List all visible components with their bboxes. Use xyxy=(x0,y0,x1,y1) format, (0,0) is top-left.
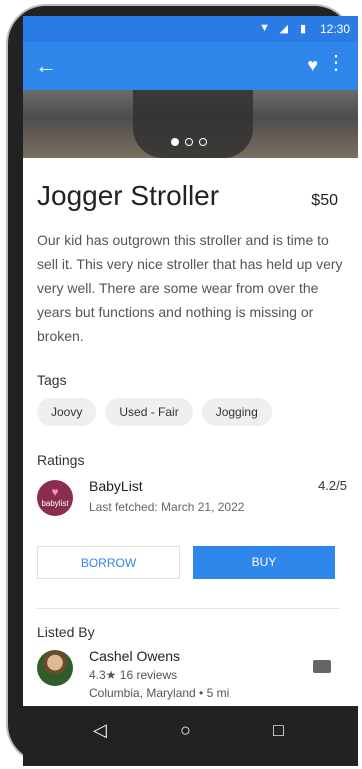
product-title: Jogger Stroller xyxy=(37,180,220,211)
product-image-carousel[interactable] xyxy=(23,90,358,158)
nav-recent-icon[interactable]: □ xyxy=(273,720,284,741)
seller-reviews: 4.3★ 16 reviews xyxy=(89,668,178,682)
back-arrow-icon[interactable]: ← xyxy=(35,53,57,79)
ratings-label: Ratings xyxy=(37,452,85,468)
heart-icon: ♥ xyxy=(51,485,59,499)
nav-home-icon[interactable]: ○ xyxy=(180,720,191,741)
carousel-dot[interactable] xyxy=(185,138,193,146)
seller-info[interactable]: Cashel Owens 4.3★ 16 reviews Columbia, M… xyxy=(37,648,347,706)
seller-avatar xyxy=(37,650,73,686)
carousel-dot[interactable] xyxy=(171,138,179,146)
rating-source: BabyList xyxy=(89,478,143,494)
system-nav-bar: ◁ ○ □ xyxy=(23,706,358,766)
app-bar: ← ♥ ⋮ xyxy=(23,42,358,90)
carousel-dot[interactable] xyxy=(199,138,207,146)
nav-back-icon[interactable]: ◁ xyxy=(93,720,107,741)
divider xyxy=(37,608,340,609)
mail-icon[interactable] xyxy=(313,660,331,673)
rating-item: ♥ babylist BabyList Last fetched: March … xyxy=(37,478,347,518)
rating-fetched: Last fetched: March 21, 2022 xyxy=(89,500,245,514)
seller-name: Cashel Owens xyxy=(89,648,181,664)
seller-location: Columbia, Maryland • 5 mi xyxy=(89,686,230,700)
tag-chip[interactable]: Jogging xyxy=(201,398,272,426)
carousel-indicators xyxy=(171,138,207,146)
status-time: 12:30 xyxy=(319,22,350,36)
logo-text: babylist xyxy=(41,499,69,508)
buy-button[interactable]: BUY xyxy=(193,546,335,579)
tag-chip[interactable]: Used - Fair xyxy=(105,398,193,426)
app-screen: ▼ ◢ ▮ 12:30 ← ♥ ⋮ Jogger Stroller $50 Ou… xyxy=(23,16,358,706)
tags-label: Tags xyxy=(37,372,67,388)
product-price: $50 xyxy=(311,192,338,209)
rating-score: 4.2/5 xyxy=(318,478,347,493)
signal-icon: ◢ xyxy=(279,23,288,35)
borrow-button[interactable]: BORROW xyxy=(37,546,180,579)
babylist-logo: ♥ babylist xyxy=(37,480,73,516)
wifi-icon: ▼ xyxy=(259,22,270,34)
battery-icon: ▮ xyxy=(299,23,306,35)
stroller-photo xyxy=(133,90,253,158)
tag-chip[interactable]: Joovy xyxy=(37,398,97,426)
more-options-icon[interactable]: ⋮ xyxy=(326,53,346,73)
favorite-icon[interactable]: ♥ xyxy=(307,55,318,76)
product-description: Our kid has outgrown this stroller and i… xyxy=(37,232,343,344)
listed-by-label: Listed By xyxy=(37,624,95,640)
status-bar: ▼ ◢ ▮ 12:30 xyxy=(23,16,358,42)
tag-list: Joovy Used - Fair Jogging xyxy=(37,398,272,426)
